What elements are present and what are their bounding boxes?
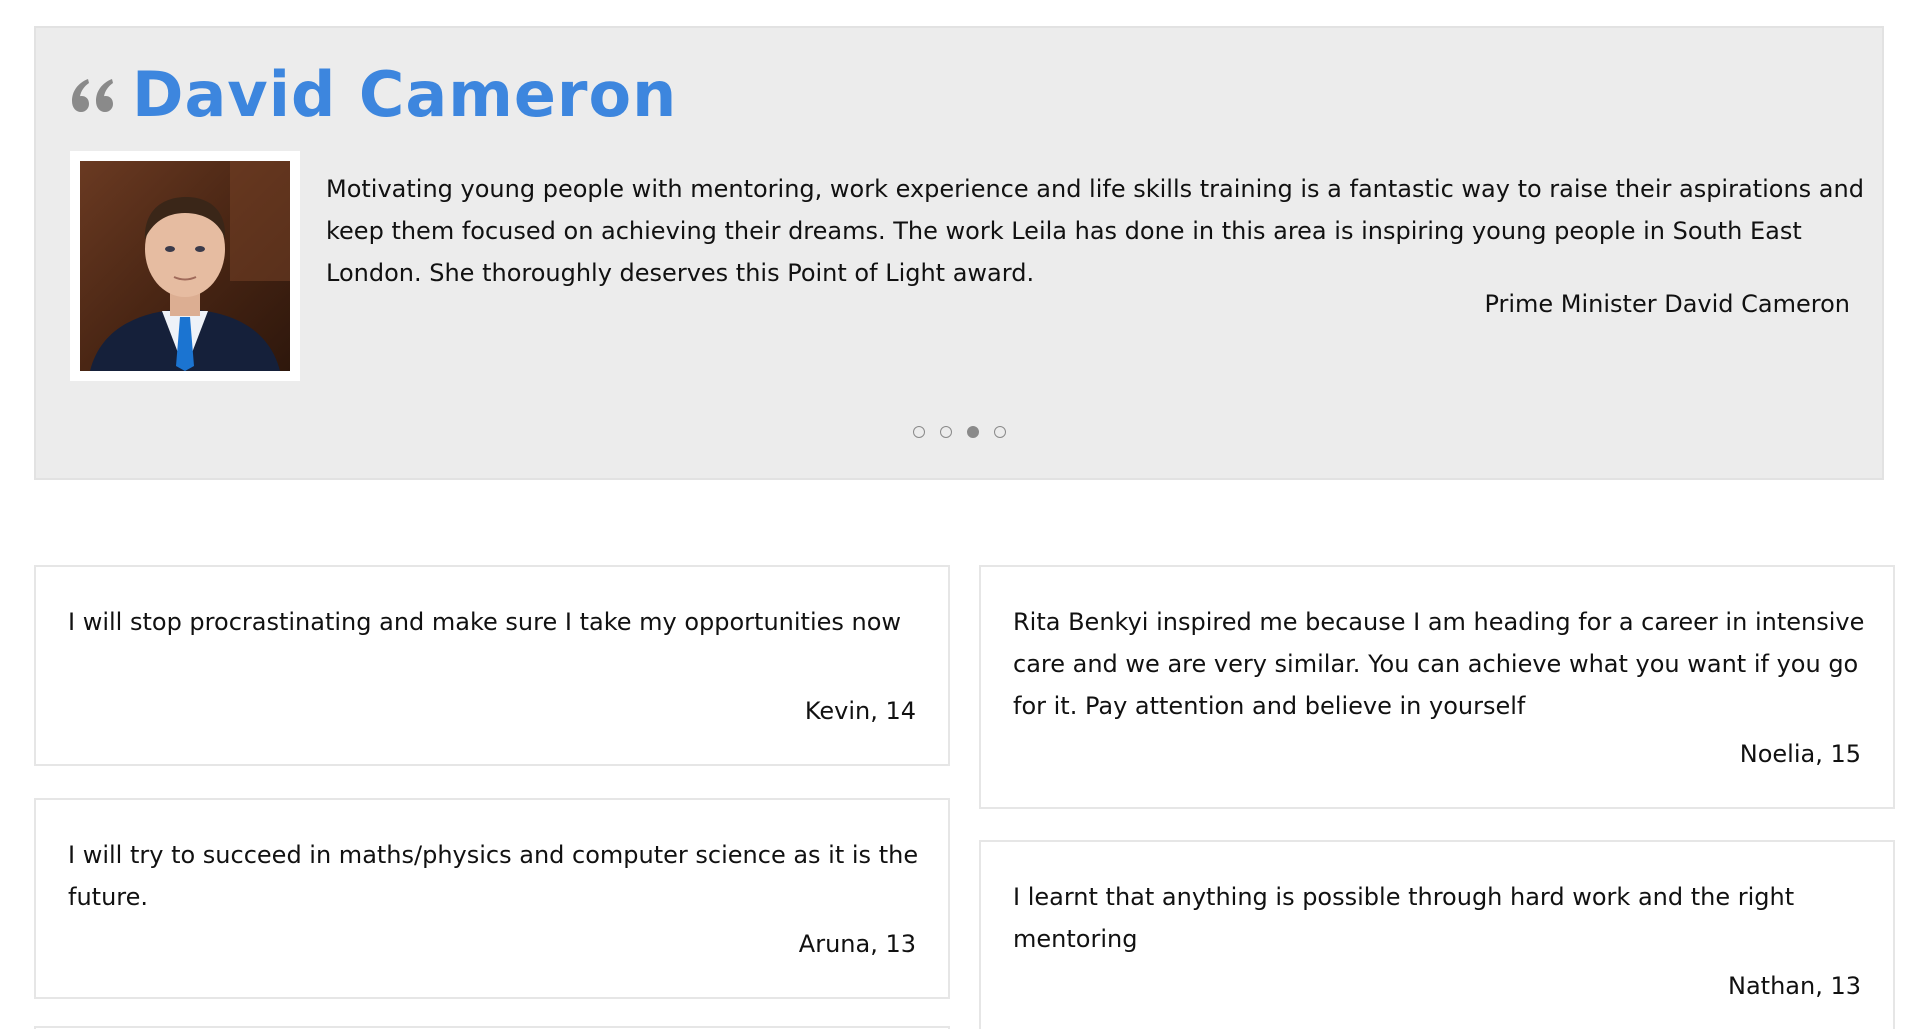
testimonial-author: Noelia, 15 [1739, 740, 1861, 768]
testimonial-author: Nathan, 13 [1728, 972, 1861, 1000]
testimonial-card-aruna: I will try to succeed in maths/physics a… [34, 798, 950, 999]
testimonial-text: Rita Benkyi inspired me because I am hea… [1013, 608, 1865, 720]
carousel-dot-2[interactable] [939, 426, 952, 438]
testimonials-page: David Cameron Motivating young people wi… [0, 0, 1920, 1029]
portrait-frame [70, 151, 300, 381]
testimonial-card-nathan: I learnt that anything is possible throu… [979, 840, 1895, 1029]
testimonial-text: I will stop procrastinating and make sur… [68, 608, 902, 636]
featured-testimonial-carousel: David Cameron Motivating young people wi… [34, 26, 1884, 480]
david-cameron-portrait-image [80, 161, 290, 371]
carousel-pagination [36, 426, 1882, 438]
featured-quote-author: Prime Minister David Cameron [1484, 290, 1850, 318]
testimonial-card-kevin: I will stop procrastinating and make sur… [34, 565, 950, 766]
quote-icon [72, 79, 113, 112]
featured-header: David Cameron [68, 64, 677, 126]
carousel-dot-4[interactable] [993, 426, 1006, 438]
testimonial-card-noelia: Rita Benkyi inspired me because I am hea… [979, 565, 1895, 809]
testimonial-author: Aruna, 13 [798, 930, 916, 958]
carousel-dot-1[interactable] [912, 426, 925, 438]
carousel-dot-3[interactable] [966, 426, 979, 438]
testimonial-text: I will try to succeed in maths/physics a… [68, 841, 919, 911]
testimonial-text: I learnt that anything is possible throu… [1013, 883, 1795, 953]
testimonial-author: Kevin, 14 [804, 697, 916, 725]
featured-person-name: David Cameron [132, 58, 678, 131]
featured-quote-text: Motivating young people with mentoring, … [326, 175, 1864, 287]
